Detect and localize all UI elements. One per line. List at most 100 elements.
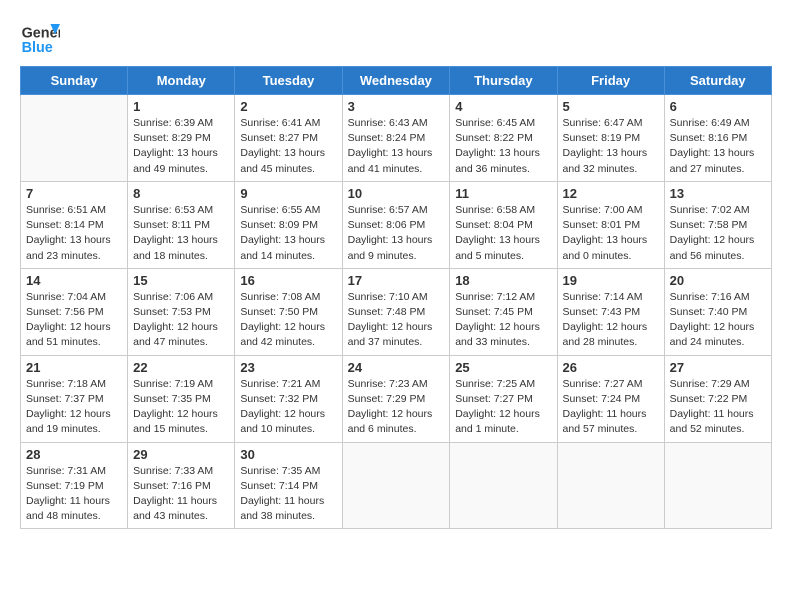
calendar-cell	[342, 442, 450, 529]
day-header-thursday: Thursday	[450, 67, 557, 95]
calendar-cell: 28 Sunrise: 7:31 AMSunset: 7:19 PMDayligh…	[21, 442, 128, 529]
calendar-cell: 14 Sunrise: 7:04 AMSunset: 7:56 PMDayligh…	[21, 268, 128, 355]
day-number: 16	[240, 273, 336, 288]
calendar-cell: 7 Sunrise: 6:51 AMSunset: 8:14 PMDaylight…	[21, 181, 128, 268]
day-info: Sunrise: 7:21 AMSunset: 7:32 PMDaylight:…	[240, 377, 336, 438]
day-info: Sunrise: 6:45 AMSunset: 8:22 PMDaylight:…	[455, 116, 551, 177]
day-number: 14	[26, 273, 122, 288]
day-info: Sunrise: 7:12 AMSunset: 7:45 PMDaylight:…	[455, 290, 551, 351]
day-info: Sunrise: 7:00 AMSunset: 8:01 PMDaylight:…	[563, 203, 659, 264]
day-info: Sunrise: 7:31 AMSunset: 7:19 PMDaylight:…	[26, 464, 122, 525]
calendar-cell: 1 Sunrise: 6:39 AMSunset: 8:29 PMDaylight…	[128, 95, 235, 182]
day-info: Sunrise: 7:25 AMSunset: 7:27 PMDaylight:…	[455, 377, 551, 438]
day-info: Sunrise: 7:18 AMSunset: 7:37 PMDaylight:…	[26, 377, 122, 438]
day-info: Sunrise: 7:33 AMSunset: 7:16 PMDaylight:…	[133, 464, 229, 525]
day-number: 21	[26, 360, 122, 375]
day-number: 4	[455, 99, 551, 114]
calendar-cell: 5 Sunrise: 6:47 AMSunset: 8:19 PMDaylight…	[557, 95, 664, 182]
day-info: Sunrise: 7:14 AMSunset: 7:43 PMDaylight:…	[563, 290, 659, 351]
day-number: 17	[348, 273, 445, 288]
day-number: 24	[348, 360, 445, 375]
day-number: 10	[348, 186, 445, 201]
day-info: Sunrise: 6:58 AMSunset: 8:04 PMDaylight:…	[455, 203, 551, 264]
day-info: Sunrise: 7:08 AMSunset: 7:50 PMDaylight:…	[240, 290, 336, 351]
calendar-cell: 30 Sunrise: 7:35 AMSunset: 7:14 PMDayligh…	[235, 442, 342, 529]
page-header: General Blue	[20, 20, 772, 56]
calendar-week-3: 14 Sunrise: 7:04 AMSunset: 7:56 PMDayligh…	[21, 268, 772, 355]
day-number: 12	[563, 186, 659, 201]
day-number: 1	[133, 99, 229, 114]
day-number: 20	[670, 273, 766, 288]
day-number: 26	[563, 360, 659, 375]
day-number: 22	[133, 360, 229, 375]
svg-text:Blue: Blue	[22, 40, 53, 56]
day-info: Sunrise: 7:27 AMSunset: 7:24 PMDaylight:…	[563, 377, 659, 438]
day-info: Sunrise: 6:41 AMSunset: 8:27 PMDaylight:…	[240, 116, 336, 177]
day-number: 6	[670, 99, 766, 114]
day-number: 3	[348, 99, 445, 114]
day-info: Sunrise: 7:02 AMSunset: 7:58 PMDaylight:…	[670, 203, 766, 264]
calendar-cell: 2Sunrise: 6:41 AMSunset: 8:27 PMDaylight…	[235, 95, 342, 182]
calendar-week-2: 7 Sunrise: 6:51 AMSunset: 8:14 PMDaylight…	[21, 181, 772, 268]
calendar-cell: 6 Sunrise: 6:49 AMSunset: 8:16 PMDaylight…	[664, 95, 771, 182]
calendar-cell: 20 Sunrise: 7:16 AMSunset: 7:40 PMDayligh…	[664, 268, 771, 355]
day-number: 13	[670, 186, 766, 201]
day-info: Sunrise: 7:35 AMSunset: 7:14 PMDaylight:…	[240, 464, 336, 525]
day-number: 15	[133, 273, 229, 288]
day-header-sunday: Sunday	[21, 67, 128, 95]
calendar-cell: 17 Sunrise: 7:10 AMSunset: 7:48 PMDayligh…	[342, 268, 450, 355]
calendar-cell: 13 Sunrise: 7:02 AMSunset: 7:58 PMDayligh…	[664, 181, 771, 268]
day-header-monday: Monday	[128, 67, 235, 95]
calendar-cell: 27Sunrise: 7:29 AMSunset: 7:22 PMDayligh…	[664, 355, 771, 442]
day-number: 7	[26, 186, 122, 201]
calendar-cell: 21 Sunrise: 7:18 AMSunset: 7:37 PMDayligh…	[21, 355, 128, 442]
day-header-tuesday: Tuesday	[235, 67, 342, 95]
calendar-cell	[557, 442, 664, 529]
day-number: 5	[563, 99, 659, 114]
logo: General Blue	[20, 20, 64, 56]
calendar-cell	[664, 442, 771, 529]
day-number: 9	[240, 186, 336, 201]
calendar-cell: 18Sunrise: 7:12 AMSunset: 7:45 PMDayligh…	[450, 268, 557, 355]
calendar-week-1: 1 Sunrise: 6:39 AMSunset: 8:29 PMDaylight…	[21, 95, 772, 182]
calendar-cell: 10Sunrise: 6:57 AMSunset: 8:06 PMDayligh…	[342, 181, 450, 268]
calendar-cell: 16 Sunrise: 7:08 AMSunset: 7:50 PMDayligh…	[235, 268, 342, 355]
day-number: 23	[240, 360, 336, 375]
day-info: Sunrise: 7:16 AMSunset: 7:40 PMDaylight:…	[670, 290, 766, 351]
day-info: Sunrise: 7:19 AMSunset: 7:35 PMDaylight:…	[133, 377, 229, 438]
calendar-cell: 22 Sunrise: 7:19 AMSunset: 7:35 PMDayligh…	[128, 355, 235, 442]
day-info: Sunrise: 6:39 AMSunset: 8:29 PMDaylight:…	[133, 116, 229, 177]
day-header-friday: Friday	[557, 67, 664, 95]
day-header-saturday: Saturday	[664, 67, 771, 95]
day-number: 19	[563, 273, 659, 288]
day-number: 29	[133, 447, 229, 462]
day-info: Sunrise: 6:49 AMSunset: 8:16 PMDaylight:…	[670, 116, 766, 177]
calendar-cell: 26 Sunrise: 7:27 AMSunset: 7:24 PMDayligh…	[557, 355, 664, 442]
calendar-cell: 25Sunrise: 7:25 AMSunset: 7:27 PMDayligh…	[450, 355, 557, 442]
day-number: 11	[455, 186, 551, 201]
day-number: 28	[26, 447, 122, 462]
day-number: 27	[670, 360, 766, 375]
day-info: Sunrise: 7:06 AMSunset: 7:53 PMDaylight:…	[133, 290, 229, 351]
day-number: 8	[133, 186, 229, 201]
day-info: Sunrise: 6:51 AMSunset: 8:14 PMDaylight:…	[26, 203, 122, 264]
day-info: Sunrise: 6:53 AMSunset: 8:11 PMDaylight:…	[133, 203, 229, 264]
day-info: Sunrise: 6:55 AMSunset: 8:09 PMDaylight:…	[240, 203, 336, 264]
day-info: Sunrise: 7:23 AMSunset: 7:29 PMDaylight:…	[348, 377, 445, 438]
day-info: Sunrise: 6:47 AMSunset: 8:19 PMDaylight:…	[563, 116, 659, 177]
calendar-cell: 15 Sunrise: 7:06 AMSunset: 7:53 PMDayligh…	[128, 268, 235, 355]
calendar-cell: 23 Sunrise: 7:21 AMSunset: 7:32 PMDayligh…	[235, 355, 342, 442]
calendar-cell: 3 Sunrise: 6:43 AMSunset: 8:24 PMDaylight…	[342, 95, 450, 182]
day-info: Sunrise: 7:04 AMSunset: 7:56 PMDaylight:…	[26, 290, 122, 351]
day-info: Sunrise: 7:10 AMSunset: 7:48 PMDaylight:…	[348, 290, 445, 351]
calendar-cell: 29 Sunrise: 7:33 AMSunset: 7:16 PMDayligh…	[128, 442, 235, 529]
day-number: 30	[240, 447, 336, 462]
calendar-cell: 9 Sunrise: 6:55 AMSunset: 8:09 PMDaylight…	[235, 181, 342, 268]
calendar-cell: 4 Sunrise: 6:45 AMSunset: 8:22 PMDaylight…	[450, 95, 557, 182]
calendar-table: SundayMondayTuesdayWednesdayThursdayFrid…	[20, 66, 772, 529]
calendar-cell	[21, 95, 128, 182]
calendar-header-row: SundayMondayTuesdayWednesdayThursdayFrid…	[21, 67, 772, 95]
calendar-cell: 12 Sunrise: 7:00 AMSunset: 8:01 PMDayligh…	[557, 181, 664, 268]
day-header-wednesday: Wednesday	[342, 67, 450, 95]
day-info: Sunrise: 6:43 AMSunset: 8:24 PMDaylight:…	[348, 116, 445, 177]
